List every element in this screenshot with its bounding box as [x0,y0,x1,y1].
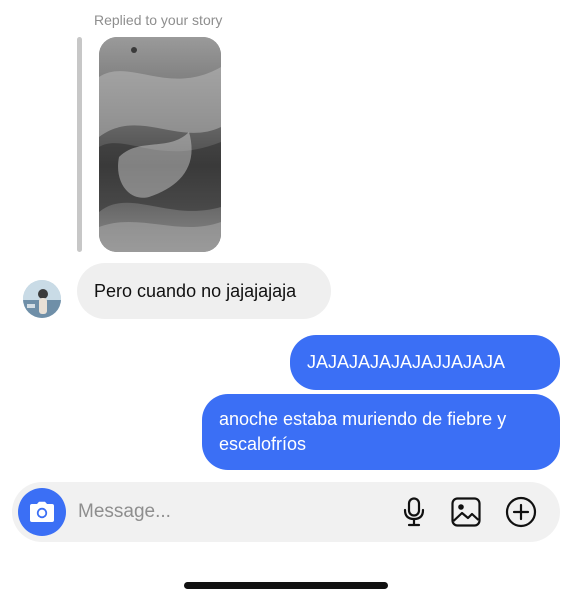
microphone-icon [403,497,425,527]
outgoing-message-bubble[interactable]: JAJAJAJAJAJAJJAJAJA [290,335,560,390]
gallery-button[interactable] [450,496,482,528]
contact-avatar[interactable] [23,280,61,318]
plus-circle-icon [505,496,537,528]
message-composer [12,482,560,542]
camera-button[interactable] [18,488,66,536]
camera-icon [30,501,54,522]
reply-indicator-bar [77,37,82,252]
replied-to-story-label: Replied to your story [94,12,223,28]
gallery-icon [451,497,481,527]
message-input[interactable] [78,498,378,526]
home-indicator [184,582,388,589]
incoming-message-bubble[interactable]: Pero cuando no jajajajaja [77,263,331,319]
microphone-button[interactable] [398,496,430,528]
story-thumbnail[interactable] [99,37,221,252]
outgoing-message-bubble[interactable]: anoche estaba muriendo de fiebre y escal… [202,394,560,470]
add-button[interactable] [505,496,537,528]
